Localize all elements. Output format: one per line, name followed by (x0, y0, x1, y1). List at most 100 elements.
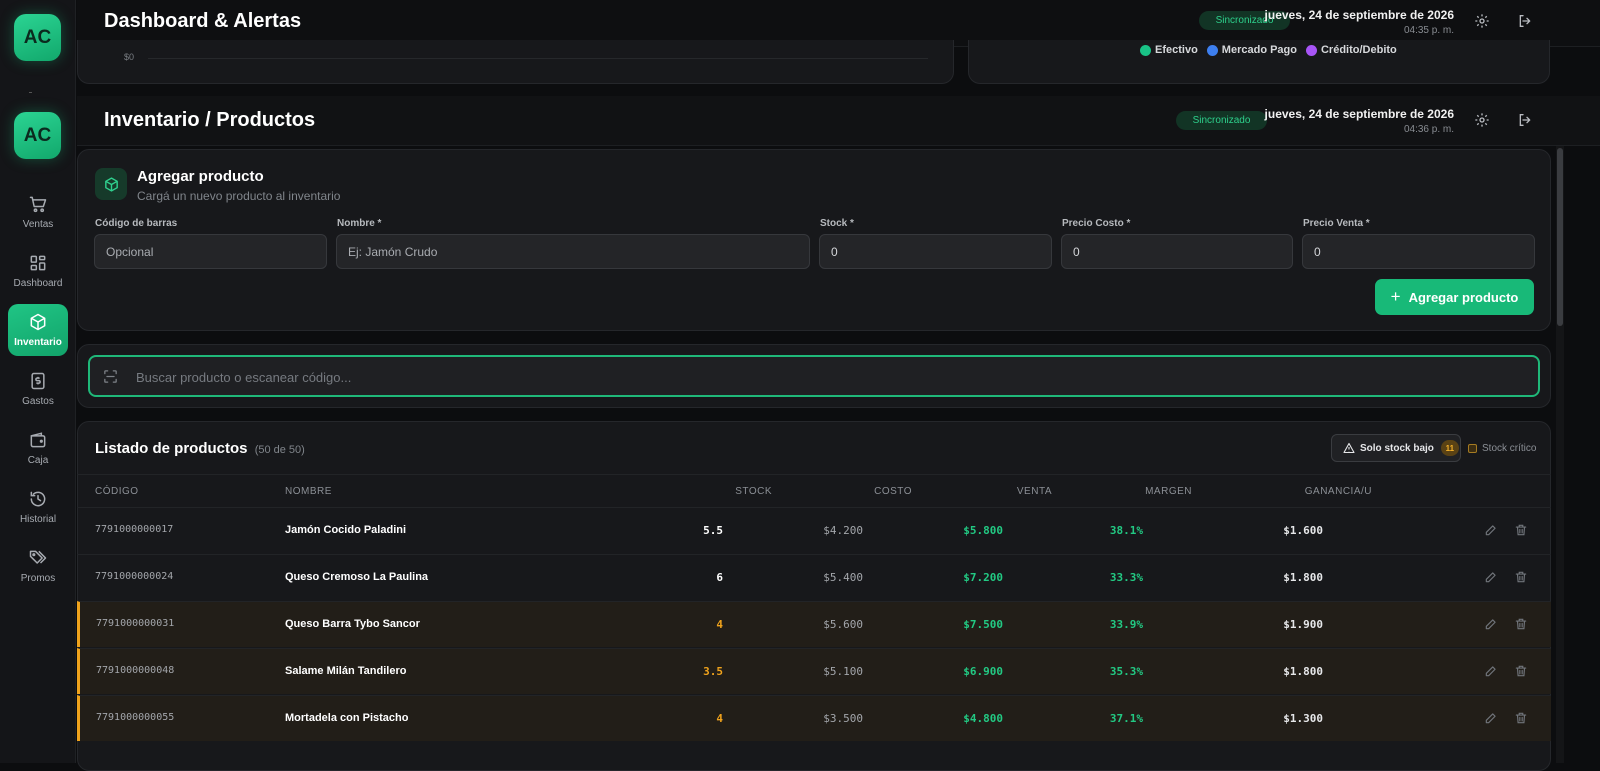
row-price: $5.800 (963, 524, 1003, 537)
row-name: Queso Barra Tybo Sancor (285, 618, 420, 630)
column-header-code[interactable]: CÓDIGO (95, 486, 139, 497)
row-price: $6.900 (963, 665, 1003, 678)
dashboard-title: Dashboard & Alertas (104, 10, 302, 32)
add-box-icon (95, 168, 127, 200)
gear-icon[interactable] (1474, 13, 1490, 29)
row-name: Jamón Cocido Paladini (285, 524, 407, 536)
sidebar-item-inventario[interactable]: Inventario (8, 304, 68, 356)
legend-item: Efectivo (1140, 44, 1198, 56)
column-header-name[interactable]: NOMBRE (285, 486, 332, 497)
sidebar-item-ventas[interactable]: Ventas (8, 186, 68, 238)
column-header-margin[interactable]: MARGEN (1145, 486, 1192, 497)
sidebar-item-label: Gastos (22, 396, 54, 407)
add-product-subtitle: Cargá un nuevo producto al inventario (137, 189, 341, 203)
row-code: 7791000000024 (95, 571, 174, 582)
app-logo-secondary[interactable]: AC (14, 112, 61, 159)
delete-icon[interactable] (1514, 711, 1528, 725)
sidebar-item-label: Promos (20, 573, 56, 584)
add-product-title: Agregar producto (137, 168, 264, 185)
add-product-button[interactable]: + Agregar producto (1375, 279, 1534, 315)
row-code: 7791000000031 (96, 618, 175, 629)
column-header-price[interactable]: VENTA (1017, 486, 1052, 497)
row-code: 7791000000017 (95, 524, 174, 535)
logout-icon[interactable] (1517, 13, 1533, 29)
barcode-label: Código de barras (95, 218, 178, 229)
delete-icon[interactable] (1514, 617, 1528, 631)
stock-input[interactable]: 0 (819, 234, 1052, 269)
price-label: Precio Venta * (1303, 218, 1370, 229)
edit-icon[interactable] (1484, 570, 1498, 584)
sync-badge: Sincronizado (1176, 111, 1267, 130)
table-row[interactable]: 7791000000048 Salame Milán Tandilero 3.5… (77, 648, 1551, 694)
edit-icon[interactable] (1484, 523, 1498, 537)
sidebar-item-label: Caja (27, 455, 49, 466)
row-margin: 38.1% (1109, 524, 1143, 537)
table-row[interactable]: 7791000000031 Queso Barra Tybo Sancor 4 … (77, 601, 1551, 647)
tags-icon (29, 550, 47, 564)
row-margin: 33.9% (1109, 618, 1143, 631)
low-stock-count-badge: 11 (1440, 440, 1459, 456)
name-label: Nombre * (337, 218, 382, 229)
sidebar-item-label: Historial (19, 514, 57, 525)
wallet-icon (30, 432, 46, 448)
row-name: Mortadela con Pistacho (285, 712, 409, 724)
gear-icon[interactable] (1474, 112, 1490, 128)
name-input[interactable]: Ej: Jamón Crudo (336, 234, 810, 269)
page-title: Inventario / Productos (104, 109, 316, 131)
scrollbar-track[interactable] (1556, 146, 1564, 763)
column-header-stock[interactable]: STOCK (735, 486, 772, 497)
sidebar-item-gastos[interactable]: Gastos (8, 363, 68, 415)
cost-label: Precio Costo * (1062, 218, 1131, 229)
plus-icon: + (1390, 287, 1401, 306)
table-row[interactable]: 7791000000017 Jamón Cocido Paladini 5.5 … (77, 507, 1551, 553)
sidebar-item-promos[interactable]: Promos (8, 540, 68, 592)
row-code: 7791000000048 (96, 665, 175, 676)
table-row[interactable]: 7791000000024 Queso Cremoso La Paulina 6… (77, 554, 1551, 600)
table-row[interactable]: 7791000000055 Mortadela con Pistacho 4 $… (77, 695, 1551, 741)
sidebar-item-historial[interactable]: Historial (8, 481, 68, 533)
low-stock-filter-label: Solo stock bajo (1360, 442, 1434, 454)
cart-icon (29, 196, 47, 213)
grid-icon (30, 255, 46, 271)
column-header-cost[interactable]: COSTO (874, 486, 912, 497)
row-cost: $5.100 (823, 665, 863, 678)
row-stock: 4 (716, 712, 723, 725)
scan-icon[interactable] (102, 368, 119, 385)
search-card: Buscar producto o escanear código... (77, 344, 1551, 408)
edit-icon[interactable] (1484, 664, 1498, 678)
legend-swatch (1140, 44, 1151, 56)
dollar-file-icon (31, 372, 45, 390)
column-header-profit[interactable]: GANANCIA/U (1305, 486, 1372, 497)
edit-icon[interactable] (1484, 617, 1498, 631)
box-icon (30, 313, 46, 331)
row-profit: $1.800 (1283, 571, 1323, 584)
delete-icon[interactable] (1514, 523, 1528, 537)
main-content: Dashboard & Alertas Sincronizado jueves,… (77, 0, 1600, 771)
search-input[interactable]: Buscar producto o escanear código... (88, 355, 1540, 397)
header-date: jueves, 24 de septiembre de 2026 04:36 p… (1265, 107, 1454, 135)
delete-icon[interactable] (1514, 570, 1528, 584)
sidebar-item-caja[interactable]: Caja (8, 422, 68, 474)
row-profit: $1.800 (1283, 665, 1323, 678)
barcode-input[interactable]: Opcional (94, 234, 327, 269)
price-input[interactable]: 0 (1302, 234, 1535, 269)
header-time: 04:35 p. m. (1403, 25, 1454, 36)
list-title: Listado de productos (50 de 50) (95, 440, 305, 457)
sidebar-item-label: Ventas (22, 219, 54, 230)
row-margin: 33.3% (1109, 571, 1143, 584)
low-stock-filter-button[interactable]: Solo stock bajo 11 (1331, 434, 1461, 462)
scrollbar-thumb[interactable] (1557, 148, 1563, 326)
stock-label: Stock * (820, 218, 854, 229)
legend-item: Crédito/Debito (1305, 44, 1397, 56)
app-logo[interactable]: AC (14, 14, 61, 61)
sidebar-item-dashboard[interactable]: Dashboard (8, 245, 68, 297)
row-cost: $3.500 (823, 712, 863, 725)
delete-icon[interactable] (1514, 664, 1528, 678)
logout-icon[interactable] (1517, 112, 1533, 128)
row-stock: 6 (716, 571, 723, 584)
cost-input[interactable]: 0 (1061, 234, 1293, 269)
edit-icon[interactable] (1484, 711, 1498, 725)
add-product-button-label: Agregar producto (1408, 289, 1519, 305)
row-margin: 37.1% (1109, 712, 1143, 725)
header-time: 04:36 p. m. (1403, 124, 1454, 135)
